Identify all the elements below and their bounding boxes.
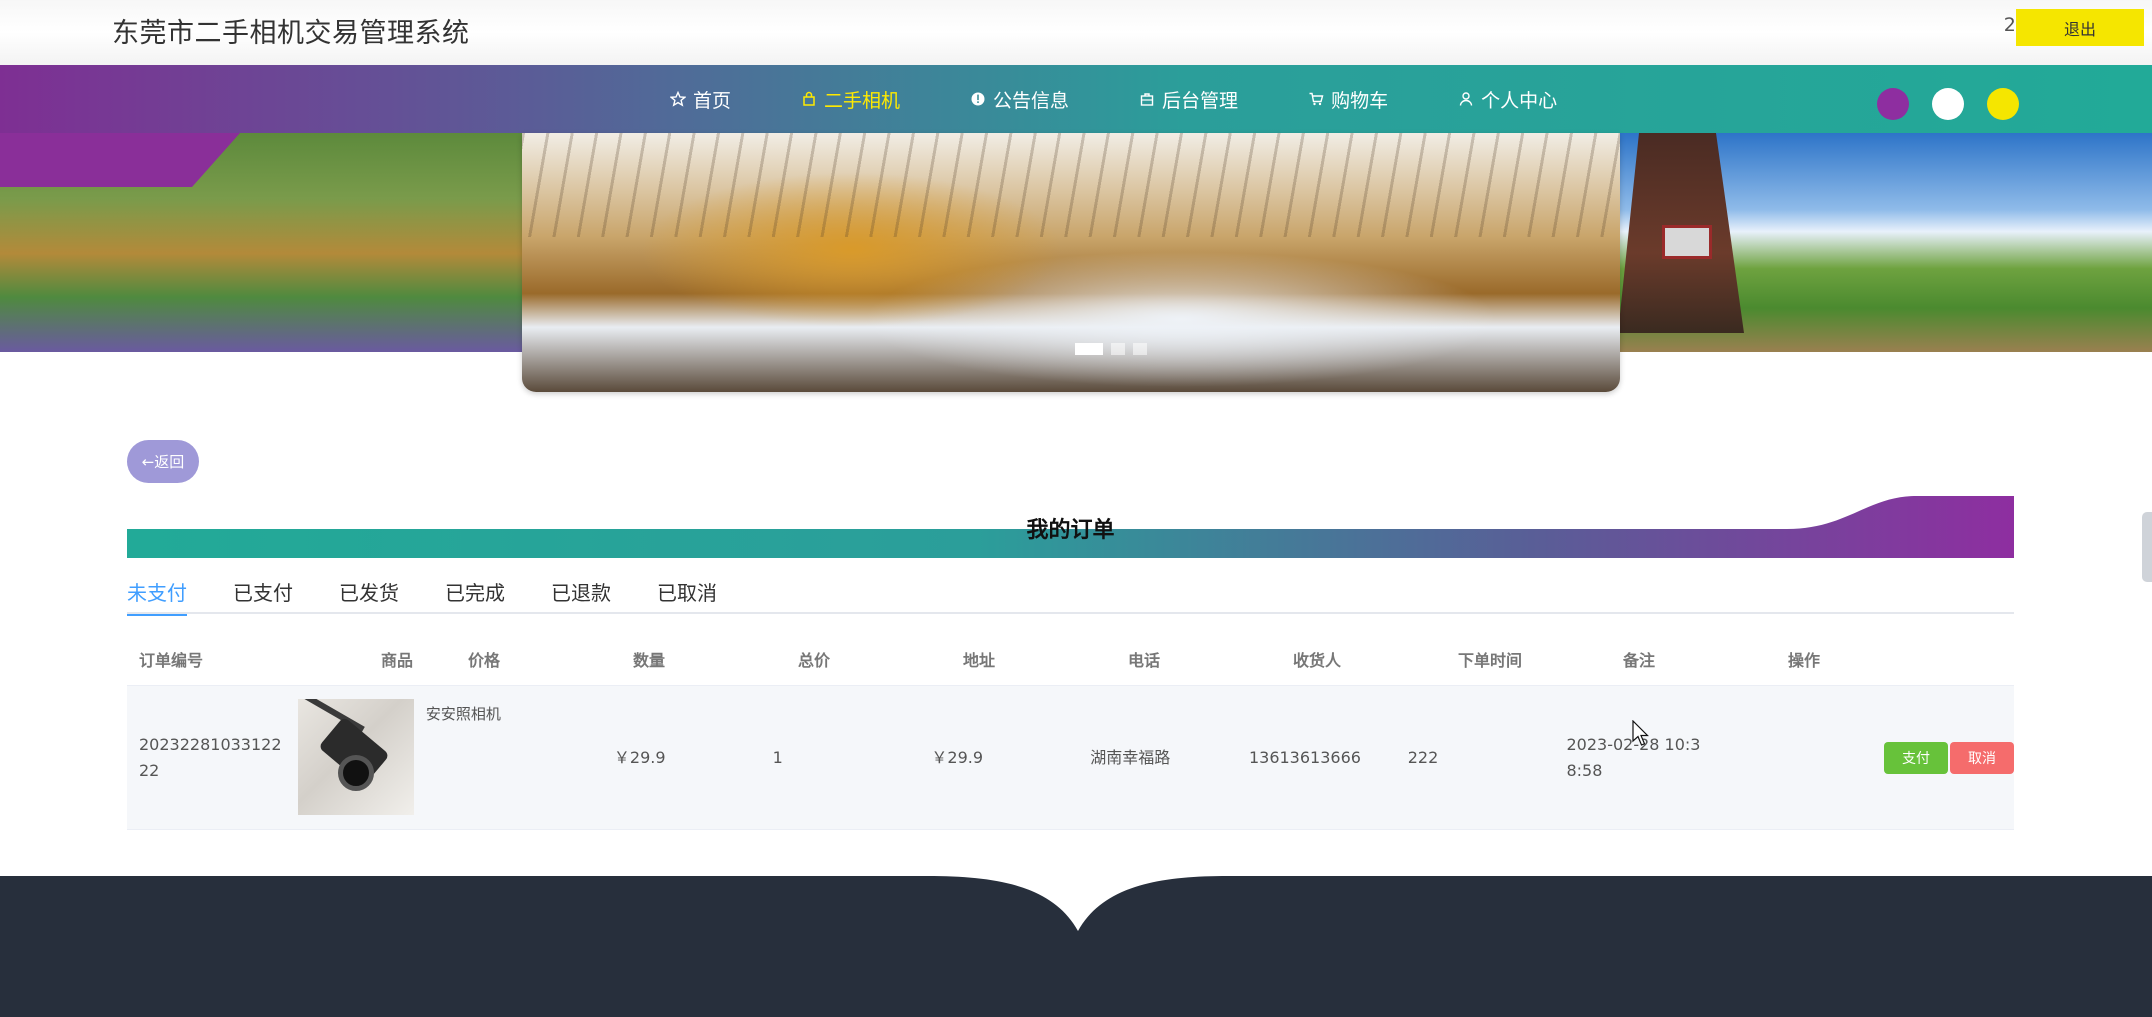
site-title: 东莞市二手相机交易管理系统: [112, 18, 470, 49]
windmill-window: [1662, 225, 1712, 259]
nav-menu: 首页 二手相机 公告信息 后台管理 购物车 个人中心: [634, 65, 1591, 133]
column-header: 价格: [468, 650, 501, 670]
scrollbar-thumb[interactable]: [2142, 512, 2152, 582]
theme-color-purple[interactable]: [1877, 88, 1909, 120]
column-header: 总价: [798, 650, 831, 670]
column-header: 收货人: [1293, 650, 1342, 670]
main-nav: 首页 二手相机 公告信息 后台管理 购物车 个人中心: [0, 65, 2152, 133]
theme-color-yellow[interactable]: [1987, 88, 2019, 120]
tab-shipped[interactable]: 已发货: [339, 572, 399, 614]
product-cell: 安安照相机: [285, 698, 602, 817]
quantity-cell: 1: [772, 747, 783, 767]
cart-icon: [1306, 89, 1326, 109]
product-thumbnail[interactable]: [297, 698, 414, 815]
order-status-tabs: 未支付 已支付 已发货 已完成 已退款 已取消: [127, 572, 2014, 616]
price-cell: ￥29.9: [613, 747, 666, 767]
bag-icon: [799, 89, 819, 109]
banner-carousel: [0, 133, 2152, 396]
nav-item-admin[interactable]: 后台管理: [1103, 65, 1272, 133]
footer-notch-shape: [928, 876, 1228, 931]
total-cell: ￥29.9: [931, 747, 984, 767]
tab-cancelled[interactable]: 已取消: [657, 572, 717, 614]
column-header: 商品: [381, 650, 414, 670]
phone-cell: 13613613666: [1248, 747, 1361, 767]
column-header: 数量: [633, 650, 666, 670]
nav-item-profile[interactable]: 个人中心: [1422, 65, 1591, 133]
back-button[interactable]: ←返回: [127, 440, 199, 483]
column-header: 地址: [963, 650, 996, 670]
carousel-indicators: [1075, 343, 1147, 355]
top-bar: 东莞市二手相机交易管理系统 222 退出: [0, 0, 2152, 65]
carousel-dot[interactable]: [1111, 343, 1125, 355]
column-header: 订单编号: [139, 650, 204, 670]
nav-item-home[interactable]: 首页: [634, 65, 765, 133]
tab-completed[interactable]: 已完成: [445, 572, 505, 614]
nav-item-label: 个人中心: [1481, 89, 1558, 112]
tab-paid[interactable]: 已支付: [233, 572, 293, 614]
column-header: 电话: [1128, 650, 1161, 670]
user-icon: [1456, 89, 1476, 109]
nav-item-notices[interactable]: 公告信息: [934, 65, 1103, 133]
logout-button[interactable]: 退出: [2016, 9, 2144, 46]
column-header: 操作: [1788, 650, 1821, 670]
carousel-dot[interactable]: [1133, 343, 1147, 355]
footer: [0, 876, 2152, 1017]
receiver-cell: 222: [1407, 747, 1439, 767]
column-header: 备注: [1623, 650, 1656, 670]
camera-lens-shape: [337, 754, 374, 791]
theme-color-white[interactable]: [1932, 88, 1964, 120]
banner-slide-active[interactable]: [522, 133, 1620, 392]
orders-table: 订单编号 商品 价格 数量 总价 地址 电话 收货人 下单时间 备注 操作 20…: [127, 632, 2015, 830]
column-header: 下单时间: [1458, 650, 1523, 670]
product-name: 安安照相机: [425, 704, 501, 723]
briefcase-icon: [1137, 89, 1157, 109]
actions-cell: 支付 取消: [1872, 741, 2015, 774]
banner-slide-park: [0, 133, 523, 352]
star-icon: [668, 89, 688, 109]
section-title-band: 我的订单: [127, 496, 2014, 558]
info-icon: [968, 89, 988, 109]
carousel-dot[interactable]: [1075, 343, 1103, 355]
tab-refunded[interactable]: 已退款: [551, 572, 611, 614]
nav-item-cameras[interactable]: 二手相机: [765, 65, 934, 133]
order-number: 20232281033122 22: [139, 734, 282, 780]
nav-item-label: 购物车: [1331, 89, 1389, 112]
page-title: 我的订单: [1026, 518, 1115, 543]
tab-unpaid[interactable]: 未支付: [127, 572, 187, 616]
cancel-order-button[interactable]: 取消: [1950, 741, 2015, 774]
nav-item-label: 后台管理: [1162, 89, 1239, 112]
address-cell: 湖南幸福路: [1090, 747, 1171, 767]
table-header: 订单编号 商品 价格 数量 总价 地址 电话 收货人 下单时间 备注 操作: [127, 632, 2014, 686]
nav-item-label: 二手相机: [824, 89, 901, 112]
nav-item-label: 公告信息: [993, 89, 1070, 112]
nav-item-label: 首页: [693, 89, 732, 112]
pay-button[interactable]: 支付: [1884, 741, 1949, 774]
table-row[interactable]: 20232281033122 22 安安照相机 ￥29.9 1 ￥29.9 湖南…: [127, 686, 2015, 830]
mouse-cursor-icon: [1632, 720, 1649, 746]
nav-item-cart[interactable]: 购物车: [1272, 65, 1422, 133]
